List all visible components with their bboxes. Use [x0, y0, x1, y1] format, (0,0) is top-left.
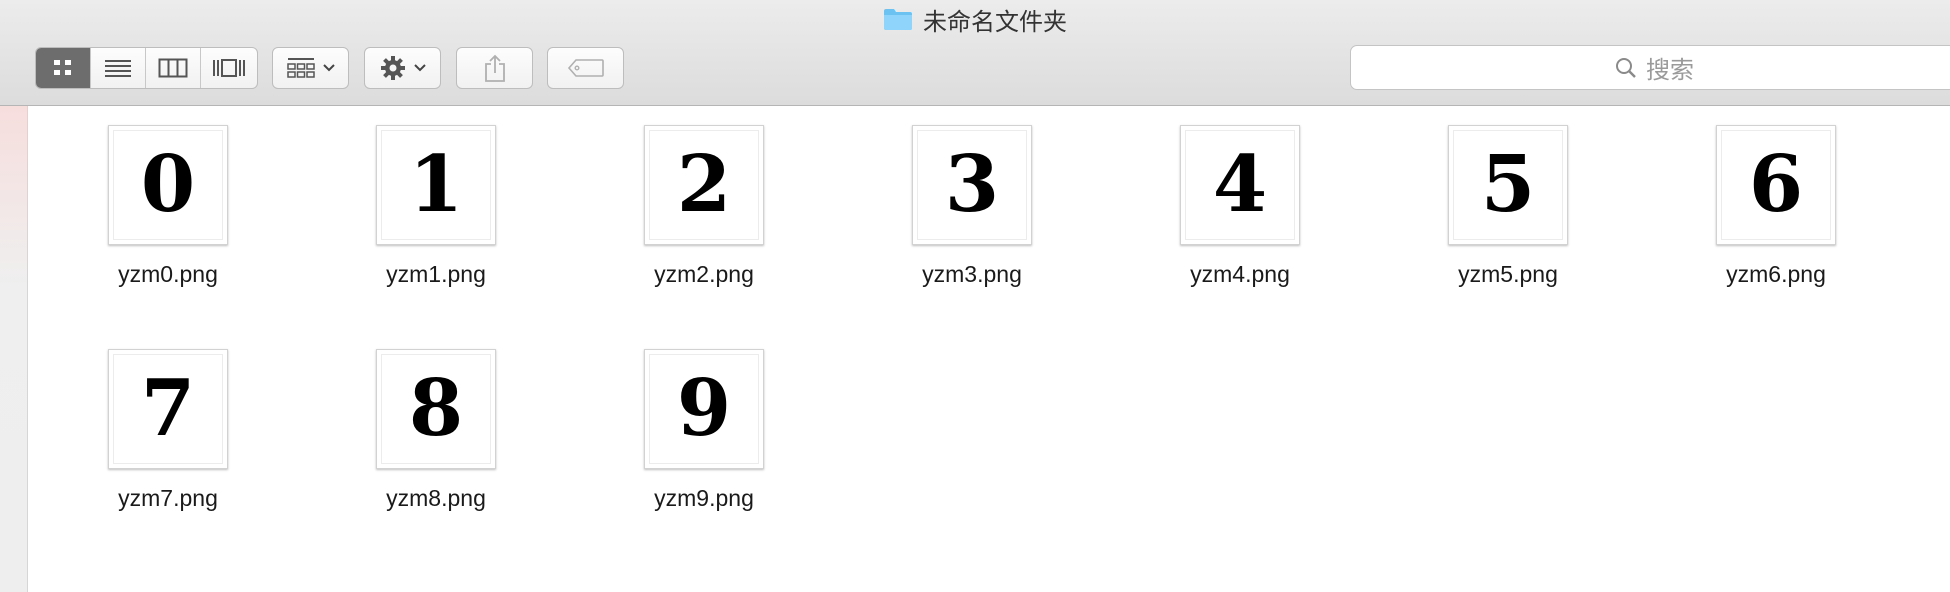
- file-name[interactable]: yzm8.png: [338, 485, 534, 512]
- file-item[interactable]: 3 yzm3.png: [874, 125, 1054, 315]
- file-name[interactable]: yzm2.png: [606, 261, 802, 288]
- tag-button[interactable]: [547, 47, 624, 89]
- share-button[interactable]: [456, 47, 533, 89]
- file-item[interactable]: 9 yzm9.png: [606, 349, 786, 539]
- file-name[interactable]: yzm3.png: [874, 261, 1070, 288]
- list-view-icon: [105, 60, 131, 77]
- thumbnail-digit: 3: [944, 139, 1000, 230]
- file-thumbnail[interactable]: 4: [1180, 125, 1300, 245]
- file-name[interactable]: yzm0.png: [70, 261, 266, 288]
- window-title-bar: 未命名文件夹: [0, 0, 1950, 38]
- file-item[interactable]: 0 yzm0.png: [70, 125, 250, 315]
- search-placeholder: 搜索: [1646, 57, 1694, 84]
- file-name[interactable]: yzm9.png: [606, 485, 802, 512]
- folder-icon: [884, 9, 912, 30]
- cover-flow-view-icon: [212, 59, 245, 77]
- arrange-icon: [286, 58, 315, 78]
- file-thumbnail[interactable]: 5: [1448, 125, 1568, 245]
- file-item[interactable]: 2 yzm2.png: [606, 125, 786, 315]
- column-view-button[interactable]: [146, 48, 201, 88]
- thumbnail-digit: 8: [408, 363, 464, 454]
- file-thumbnail[interactable]: 7: [108, 349, 228, 469]
- sidebar: [0, 106, 28, 592]
- search-icon: [1616, 57, 1636, 78]
- thumbnail-digit: 7: [140, 363, 196, 454]
- chevron-down-icon: [322, 64, 335, 72]
- file-item[interactable]: 7 yzm7.png: [70, 349, 250, 539]
- share-icon: [484, 54, 505, 82]
- file-item[interactable]: 6 yzm6.png: [1678, 125, 1858, 315]
- file-thumbnail[interactable]: 3: [912, 125, 1032, 245]
- thumbnail-digit: 4: [1212, 139, 1268, 230]
- file-item[interactable]: 4 yzm4.png: [1142, 125, 1322, 315]
- list-view-button[interactable]: [91, 48, 146, 88]
- file-name[interactable]: yzm6.png: [1678, 261, 1874, 288]
- file-name[interactable]: yzm7.png: [70, 485, 266, 512]
- file-item[interactable]: 5 yzm5.png: [1410, 125, 1590, 315]
- file-name[interactable]: yzm5.png: [1410, 261, 1606, 288]
- arrange-button[interactable]: [272, 47, 349, 89]
- window-title: 未命名文件夹: [923, 8, 1067, 36]
- thumbnail-digit: 1: [408, 139, 464, 230]
- thumbnail-digit: 6: [1748, 139, 1804, 230]
- file-name[interactable]: yzm4.png: [1142, 261, 1338, 288]
- gear-icon: [380, 56, 405, 80]
- file-thumbnail[interactable]: 8: [376, 349, 496, 469]
- file-thumbnail[interactable]: 6: [1716, 125, 1836, 245]
- cover-flow-view-button[interactable]: [201, 48, 256, 88]
- file-thumbnail[interactable]: 0: [108, 125, 228, 245]
- thumbnail-digit: 9: [676, 363, 732, 454]
- search-inner: 搜索: [1614, 46, 1694, 89]
- chevron-down-icon: [413, 64, 426, 72]
- file-item[interactable]: 8 yzm8.png: [338, 349, 518, 539]
- search-input[interactable]: 搜索: [1350, 45, 1950, 90]
- view-mode-control: [35, 47, 258, 89]
- thumbnail-digit: 2: [676, 139, 732, 230]
- thumbnail-digit: 5: [1480, 139, 1536, 230]
- file-name[interactable]: yzm1.png: [338, 261, 534, 288]
- file-thumbnail[interactable]: 2: [644, 125, 764, 245]
- file-item[interactable]: 1 yzm1.png: [338, 125, 518, 315]
- action-button[interactable]: [364, 47, 441, 89]
- thumbnail-digit: 0: [140, 139, 196, 230]
- icon-view-button[interactable]: [36, 48, 91, 88]
- column-view-icon: [158, 58, 188, 78]
- file-thumbnail[interactable]: 9: [644, 349, 764, 469]
- file-thumbnail[interactable]: 1: [376, 125, 496, 245]
- tag-icon: [567, 59, 604, 77]
- finder-toolbar: 未命名文件夹 搜索: [0, 0, 1950, 106]
- icon-view-icon: [54, 60, 71, 75]
